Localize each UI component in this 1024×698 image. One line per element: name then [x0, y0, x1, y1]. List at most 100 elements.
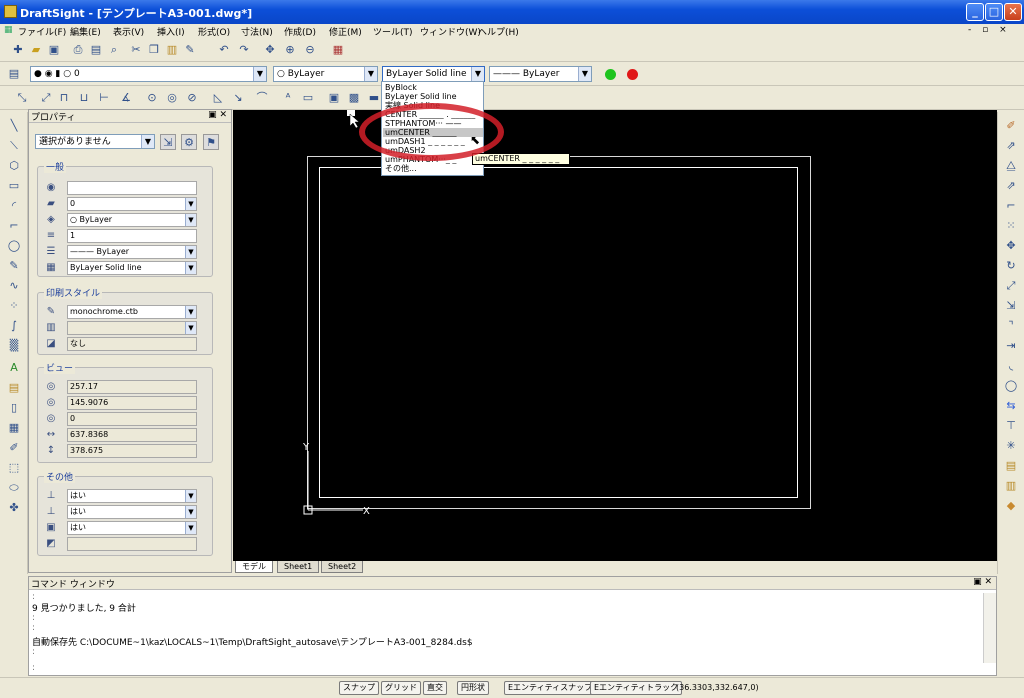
round-icon[interactable]: ◯: [1003, 378, 1019, 394]
entity-snap-button[interactable]: Eエンティティスナップ: [504, 681, 597, 695]
print-icon[interactable]: ⎙: [70, 42, 86, 58]
insert-block-icon[interactable]: ▤: [6, 380, 22, 396]
ellipse-icon[interactable]: ⬭: [6, 480, 22, 496]
menu-insert[interactable]: 挿入(I): [157, 25, 185, 38]
revision-cloud-icon[interactable]: ✎: [6, 258, 22, 274]
edit-block-icon[interactable]: ▥: [1003, 478, 1019, 494]
toggle-pickadd-icon[interactable]: ⚑: [203, 134, 219, 150]
dropdown-item-other[interactable]: その他...: [383, 164, 483, 173]
text-edit-icon[interactable]: ᴬ: [280, 90, 296, 106]
move-icon[interactable]: ✥: [1003, 238, 1019, 254]
save-icon[interactable]: ▣: [46, 42, 62, 58]
cut-icon[interactable]: ✂: [128, 42, 144, 58]
print-preview-icon[interactable]: ▤: [88, 42, 104, 58]
ortho-button[interactable]: 直交: [423, 681, 447, 695]
green-circle-icon[interactable]: [605, 69, 616, 80]
undo-icon[interactable]: ↶: [216, 42, 232, 58]
linestyle-combo[interactable]: ByLayer Solid line ▼: [382, 66, 485, 82]
open-icon[interactable]: ▰: [28, 42, 44, 58]
offset-icon[interactable]: ⇗: [1003, 178, 1019, 194]
arc-length-icon[interactable]: ⌒: [254, 90, 270, 106]
drawing-canvas[interactable]: Y X: [233, 110, 997, 561]
menu-edit[interactable]: 編集(E): [70, 25, 101, 38]
chevron-down-icon[interactable]: ▼: [185, 490, 196, 502]
dim-override-icon[interactable]: ▩: [346, 90, 362, 106]
layer-combo[interactable]: ● ◉ ▮ ○ 0 ▼: [30, 66, 267, 82]
command-window-controls[interactable]: ▣ ✕: [973, 577, 992, 587]
dimension-style-icon[interactable]: ▭: [300, 90, 316, 106]
menu-window[interactable]: ウィンドウ(W): [420, 25, 481, 38]
circle-icon[interactable]: ◯: [6, 238, 22, 254]
infinite-line-icon[interactable]: ⟍: [6, 138, 22, 154]
aligned-dimension-icon[interactable]: ⤢: [38, 90, 54, 106]
leader-icon[interactable]: ◺: [210, 90, 226, 106]
menu-format[interactable]: 形式(O): [198, 25, 230, 38]
properties-toggle-icon[interactable]: ▦: [330, 42, 346, 58]
chevron-down-icon[interactable]: ▼: [185, 306, 196, 318]
lineweight-combo[interactable]: ——— ByLayer ▼: [489, 66, 592, 82]
explode-icon[interactable]: ✳: [1003, 438, 1019, 454]
note-icon[interactable]: ▯: [6, 400, 22, 416]
field-linestyle[interactable]: ByLayer Solid line ▼: [67, 261, 197, 275]
block-icon[interactable]: A: [6, 360, 22, 376]
edit-icon[interactable]: ✐: [6, 440, 22, 456]
boundary-icon[interactable]: ✤: [6, 500, 22, 516]
zoom-window-icon[interactable]: ⊕: [282, 42, 298, 58]
arc-icon[interactable]: ◜: [6, 198, 22, 214]
chevron-down-icon[interactable]: ▼: [185, 198, 196, 210]
join-icon[interactable]: ⇆: [1003, 398, 1019, 414]
zoom-previous-icon[interactable]: ⊖: [302, 42, 318, 58]
menu-dimension[interactable]: 寸法(N): [241, 25, 273, 38]
red-circle-icon[interactable]: [627, 69, 638, 80]
document-window-controls[interactable]: - ▫ ×: [968, 25, 1011, 35]
field-color[interactable]: [67, 181, 197, 195]
chevron-down-icon[interactable]: ▼: [578, 67, 591, 81]
command-scrollbar[interactable]: [983, 593, 996, 663]
copy-entity-icon[interactable]: ⇗: [1003, 138, 1019, 154]
hatch-icon[interactable]: ▒: [6, 338, 22, 354]
polygon-icon[interactable]: ⬡: [6, 158, 22, 174]
chamfer-icon[interactable]: ◟: [1003, 358, 1019, 374]
copy-icon[interactable]: ❐: [146, 42, 162, 58]
fillet-icon[interactable]: ⌐: [1003, 198, 1019, 214]
baseline-dimension-icon[interactable]: ⊓: [56, 90, 72, 106]
field-lineweight[interactable]: ——— ByLayer ▼: [67, 245, 197, 259]
redo-icon[interactable]: ↷: [236, 42, 252, 58]
quick-select-icon[interactable]: ⚙: [181, 134, 197, 150]
grid-button[interactable]: グリッド: [381, 681, 421, 695]
tolerance-icon[interactable]: ▣: [326, 90, 342, 106]
curve-icon[interactable]: ∫: [6, 318, 22, 334]
erase-icon[interactable]: ✐: [1003, 118, 1019, 134]
smart-leader-icon[interactable]: ↘: [230, 90, 246, 106]
paste-icon[interactable]: ▥: [164, 42, 180, 58]
radius-dimension-icon[interactable]: ◎: [164, 90, 180, 106]
selection-combo[interactable]: 選択がありません ▼: [35, 134, 155, 149]
menu-help[interactable]: ヘルプ(H): [478, 25, 519, 38]
panel-controls[interactable]: ▣ ✕: [208, 110, 227, 120]
menu-file[interactable]: ファイル(F): [18, 25, 66, 38]
field-ucs-on[interactable]: はい ▼: [67, 489, 197, 503]
line-icon[interactable]: ╲: [6, 118, 22, 134]
extend-icon[interactable]: ⇥: [1003, 338, 1019, 354]
dropdown-item-byblock[interactable]: ByBlock: [383, 83, 483, 92]
minimize-button[interactable]: _: [966, 3, 984, 21]
command-prompt[interactable]: :: [32, 663, 35, 673]
menu-view[interactable]: 表示(V): [113, 25, 144, 38]
dim-update-icon[interactable]: ▬: [366, 90, 382, 106]
table-icon[interactable]: ▦: [6, 420, 22, 436]
menu-tools[interactable]: ツール(T): [373, 25, 413, 38]
chevron-down-icon[interactable]: ▼: [253, 67, 266, 81]
point-icon[interactable]: ⁘: [6, 298, 22, 314]
center-mark-icon[interactable]: ⊙: [144, 90, 160, 106]
dropdown-item-bylayer[interactable]: ByLayer Solid line: [383, 92, 483, 101]
rotate-icon[interactable]: ↻: [1003, 258, 1019, 274]
chevron-down-icon[interactable]: ▼: [471, 67, 484, 81]
scale-icon[interactable]: ⤢: [1003, 278, 1019, 294]
preview-icon[interactable]: ⌕: [106, 42, 122, 58]
spline-icon[interactable]: ∿: [6, 278, 22, 294]
tab-sheet1[interactable]: Sheet1: [277, 561, 320, 573]
split-icon[interactable]: ⊤: [1003, 418, 1019, 434]
menu-draw[interactable]: 作成(D): [284, 25, 316, 38]
ordinate-dimension-icon[interactable]: ⊢: [96, 90, 112, 106]
pan-icon[interactable]: ✥: [262, 42, 278, 58]
